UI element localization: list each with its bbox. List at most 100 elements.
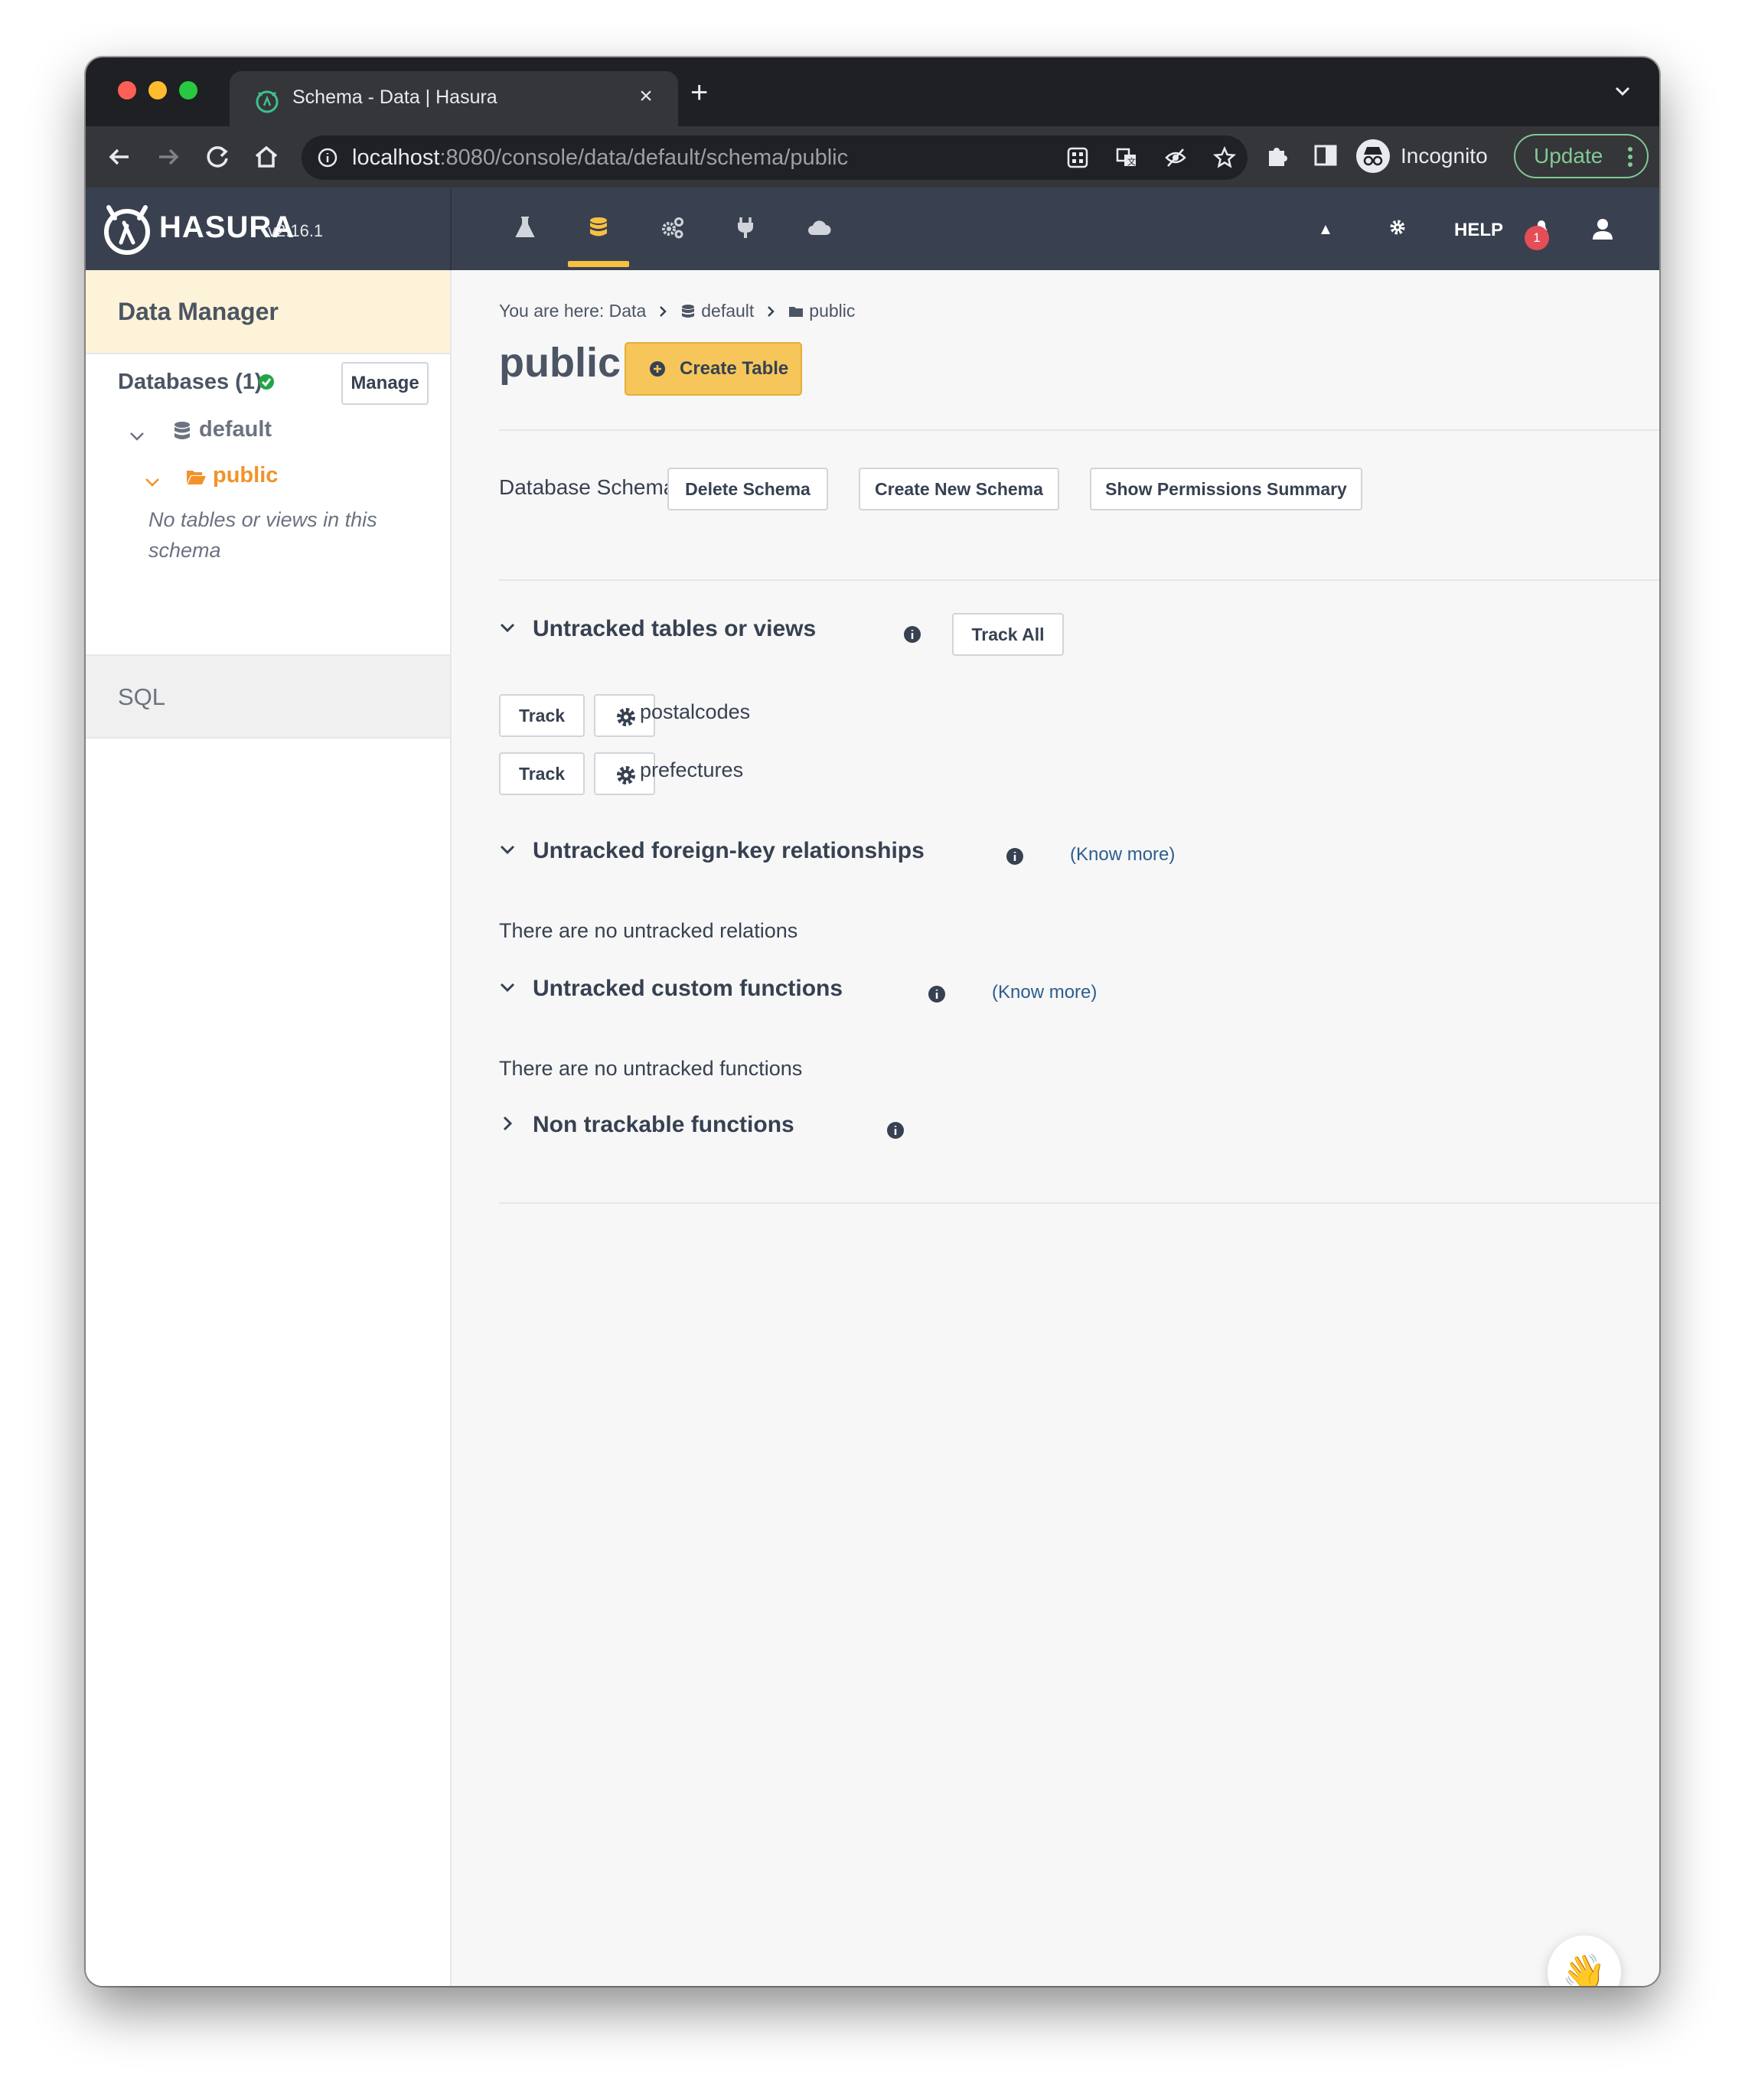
info-icon[interactable] xyxy=(903,625,921,644)
window-minimize-button[interactable] xyxy=(148,81,167,99)
check-circle-icon xyxy=(259,374,274,390)
incognito-indicator[interactable]: Incognito xyxy=(1356,134,1488,178)
eye-slash-icon[interactable] xyxy=(1163,145,1188,170)
create-table-label: Create Table xyxy=(680,358,789,379)
site-info-icon[interactable] xyxy=(317,147,338,168)
section-divider xyxy=(499,1202,1659,1204)
delete-schema-button[interactable]: Delete Schema xyxy=(667,468,828,510)
warning-triangle-icon[interactable] xyxy=(1315,218,1336,240)
forward-arrow-icon[interactable] xyxy=(153,142,184,172)
nav-remote-schemas[interactable] xyxy=(715,188,776,270)
nav-actions[interactable] xyxy=(641,188,703,270)
section-divider xyxy=(499,429,1659,431)
data-manager-sidebar: Data Manager Databases (1) Manage defaul… xyxy=(86,270,452,1986)
hasura-version: v2.16.1 xyxy=(268,221,324,240)
help-chat-wave-button[interactable]: 👋 xyxy=(1548,1935,1621,1986)
tab-title: Schema - Data | Hasura xyxy=(292,86,497,108)
breadcrumb-schema[interactable]: public xyxy=(809,301,855,321)
fk-know-more-link[interactable]: (Know more) xyxy=(1070,844,1175,866)
create-table-button[interactable]: Create Table xyxy=(625,342,802,396)
qr-code-icon[interactable] xyxy=(1065,145,1090,170)
untracked-tables-title[interactable]: Untracked tables or views xyxy=(533,616,816,642)
address-bar[interactable]: localhost:8080/console/data/default/sche… xyxy=(302,135,1248,180)
breadcrumb-database[interactable]: default xyxy=(701,301,754,321)
folder-icon xyxy=(789,306,804,317)
manage-databases-button[interactable]: Manage xyxy=(341,362,429,405)
tab-search-chevron-icon[interactable] xyxy=(1612,80,1633,102)
sidebar-database-default[interactable]: default xyxy=(199,417,272,442)
plug-icon xyxy=(738,217,753,238)
chevron-down-icon[interactable] xyxy=(499,841,516,858)
nav-data[interactable] xyxy=(568,188,629,270)
settings-gear-icon[interactable] xyxy=(1387,217,1408,238)
breadcrumb-data[interactable]: You are here: Data xyxy=(499,301,646,321)
database-icon xyxy=(682,304,695,318)
info-icon[interactable] xyxy=(928,985,946,1003)
folder-open-icon xyxy=(187,471,206,484)
nav-cloud[interactable] xyxy=(788,188,850,270)
browser-window: Schema - Data | Hasura × + localhost:808… xyxy=(86,57,1659,1986)
databases-label: Databases (1) xyxy=(118,370,263,394)
track-postalcodes-button[interactable]: Track xyxy=(499,694,585,737)
chevron-down-icon[interactable] xyxy=(144,474,161,491)
empty-schema-note: No tables or views in this schema xyxy=(148,508,377,562)
incognito-icon xyxy=(1356,139,1390,173)
incognito-label: Incognito xyxy=(1401,144,1488,168)
nav-api-explorer[interactable] xyxy=(494,188,556,270)
help-menu[interactable]: HELP xyxy=(1454,220,1503,241)
chevron-down-icon[interactable] xyxy=(499,619,516,636)
new-tab-button[interactable]: + xyxy=(614,76,843,110)
section-divider xyxy=(499,579,1659,581)
url-text[interactable]: localhost:8080/console/data/default/sche… xyxy=(352,145,848,171)
update-label: Update xyxy=(1534,144,1603,168)
functions-know-more-link[interactable]: (Know more) xyxy=(992,982,1097,1003)
create-new-schema-button[interactable]: Create New Schema xyxy=(859,468,1059,510)
browser-tab-strip: Schema - Data | Hasura × + xyxy=(86,57,1659,126)
track-all-button[interactable]: Track All xyxy=(952,613,1064,656)
browser-toolbar: localhost:8080/console/data/default/sche… xyxy=(86,126,1659,188)
home-icon[interactable] xyxy=(251,142,282,172)
breadcrumb: You are here: Data default public xyxy=(499,301,855,321)
hasura-brand[interactable]: HASURA v2.16.1 xyxy=(86,188,452,270)
browser-tab-active[interactable]: Schema - Data | Hasura × xyxy=(230,71,678,126)
non-trackable-functions-title[interactable]: Non trackable functions xyxy=(533,1112,794,1138)
chevron-right-icon xyxy=(660,305,667,317)
untracked-table-name: postalcodes xyxy=(640,700,751,723)
translate-icon[interactable]: 文 xyxy=(1114,145,1139,170)
sidebar-schema-public[interactable]: public xyxy=(213,463,278,488)
database-icon xyxy=(590,217,607,236)
svg-text:文: 文 xyxy=(1127,156,1136,167)
data-manager-header[interactable]: Data Manager xyxy=(86,270,450,354)
window-zoom-button[interactable] xyxy=(179,81,197,99)
back-arrow-icon[interactable] xyxy=(104,142,135,172)
track-prefectures-button[interactable]: Track xyxy=(499,752,585,795)
hasura-favicon-icon xyxy=(256,90,279,113)
active-nav-indicator xyxy=(568,261,629,267)
notification-count-badge: 1 xyxy=(1525,226,1549,250)
chevron-right-icon[interactable] xyxy=(499,1115,516,1132)
info-icon[interactable] xyxy=(886,1121,905,1140)
url-path: :8080/console/data/default/schema/public xyxy=(439,145,849,170)
window-close-button[interactable] xyxy=(118,81,136,99)
kebab-menu-icon xyxy=(1628,147,1632,167)
flask-icon xyxy=(515,217,535,237)
untracked-functions-title[interactable]: Untracked custom functions xyxy=(533,976,843,1002)
url-host: localhost xyxy=(352,145,440,170)
chevron-down-icon[interactable] xyxy=(129,428,145,445)
cog-icon xyxy=(617,766,635,784)
info-icon[interactable] xyxy=(1006,847,1024,866)
chevron-right-icon xyxy=(768,305,775,317)
untracked-fk-title[interactable]: Untracked foreign-key relationships xyxy=(533,838,925,864)
database-schema-label: Database Schema xyxy=(499,475,676,499)
user-icon[interactable] xyxy=(1590,217,1615,241)
sidebar-sql-link[interactable]: SQL xyxy=(86,654,450,739)
show-permissions-summary-button[interactable]: Show Permissions Summary xyxy=(1090,468,1362,510)
no-untracked-relations-text: There are no untracked relations xyxy=(499,919,798,942)
extensions-puzzle-icon[interactable] xyxy=(1263,142,1290,169)
hasura-logo-icon xyxy=(104,205,150,255)
chevron-down-icon[interactable] xyxy=(499,979,516,996)
browser-update-button[interactable]: Update xyxy=(1514,134,1649,178)
side-panel-icon[interactable] xyxy=(1312,142,1339,169)
reload-icon[interactable] xyxy=(202,142,233,172)
bookmark-star-icon[interactable] xyxy=(1212,145,1237,170)
